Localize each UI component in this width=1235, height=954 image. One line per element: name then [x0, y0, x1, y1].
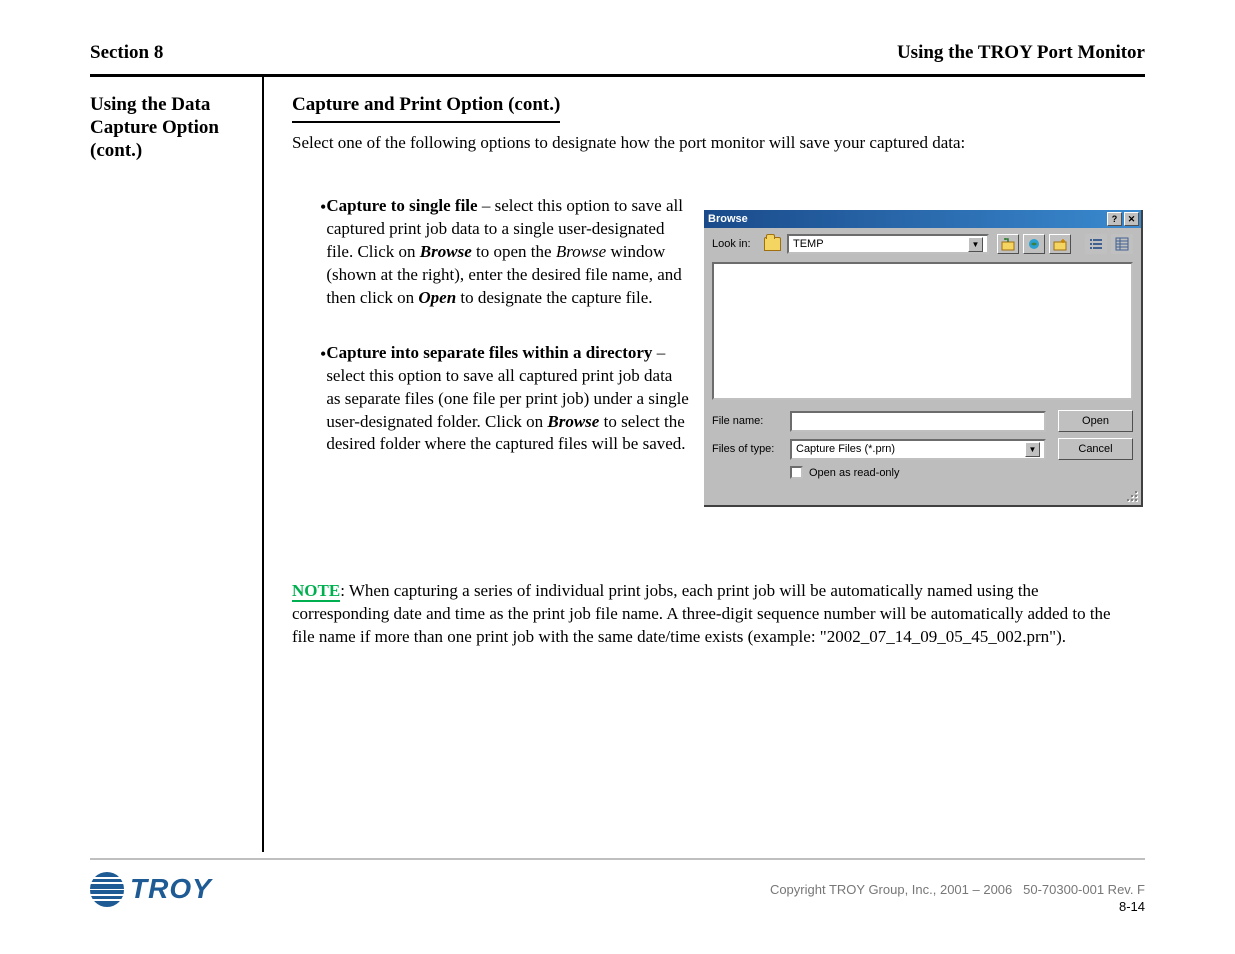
- readonly-checkbox[interactable]: [790, 466, 803, 479]
- chevron-down-icon: ▼: [1025, 442, 1040, 457]
- file-listbox[interactable]: [712, 262, 1133, 400]
- dialog-titlebar: Browse ? ✕: [704, 210, 1141, 228]
- filename-label: File name:: [712, 415, 790, 427]
- lookin-label: Look in:: [712, 238, 760, 250]
- close-button[interactable]: ✕: [1124, 212, 1139, 226]
- filetype-value: Capture Files (*.prn): [796, 443, 895, 455]
- details-view-button[interactable]: [1111, 234, 1133, 254]
- note-label: NOTE: [292, 581, 340, 602]
- lookin-value: TEMP: [793, 238, 824, 250]
- chevron-down-icon: ▼: [968, 237, 983, 252]
- filetype-select[interactable]: Capture Files (*.prn) ▼: [790, 439, 1046, 460]
- desktop-button[interactable]: [1023, 234, 1045, 254]
- logo-text: TROY: [130, 873, 212, 905]
- folder-icon: [764, 237, 781, 251]
- browse-dialog: Browse ? ✕ Look in: TEMP ▼ File name:: [704, 210, 1143, 507]
- open-button[interactable]: Open: [1058, 410, 1133, 432]
- readonly-label: Open as read-only: [809, 467, 900, 479]
- bullet-list: • Capture to single file – select this o…: [320, 195, 690, 488]
- list-view-button[interactable]: [1085, 234, 1107, 254]
- cancel-button[interactable]: Cancel: [1058, 438, 1133, 460]
- footer-text: Copyright TROY Group, Inc., 2001 – 2006 …: [770, 882, 1145, 916]
- logo-mark-icon: [90, 872, 124, 906]
- new-folder-button[interactable]: [1049, 234, 1071, 254]
- up-one-level-button[interactable]: [997, 234, 1019, 254]
- resize-grip-icon[interactable]: [1125, 489, 1139, 503]
- section-header-left: Section 8: [90, 42, 163, 64]
- filename-input[interactable]: [790, 411, 1046, 432]
- header-rule: [90, 74, 1145, 77]
- dialog-title: Browse: [708, 213, 1105, 225]
- note-paragraph: NOTE: When capturing a series of individ…: [292, 580, 1132, 649]
- lookin-select[interactable]: TEMP ▼: [787, 234, 989, 254]
- section-title: Capture and Print Option (cont.): [292, 94, 560, 123]
- troy-logo: TROY: [90, 872, 212, 906]
- list-item: • Capture to single file – select this o…: [320, 195, 690, 310]
- help-button[interactable]: ?: [1107, 212, 1122, 226]
- intro-paragraph: Select one of the following options to d…: [292, 132, 1132, 155]
- filetype-label: Files of type:: [712, 443, 790, 455]
- list-item: • Capture into separate files within a d…: [320, 342, 690, 457]
- section-header-right: Using the TROY Port Monitor: [897, 42, 1145, 64]
- footer-rule: [90, 858, 1145, 860]
- sidebar-heading: Using the Data Capture Option (cont.): [90, 94, 255, 162]
- vertical-rule: [262, 74, 264, 852]
